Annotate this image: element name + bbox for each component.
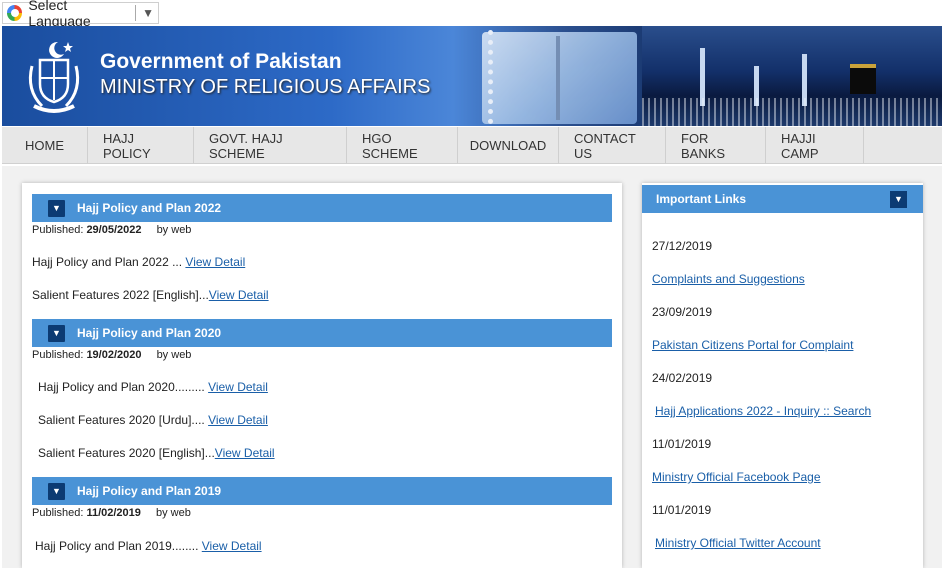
list-item: Hajj Policy and Plan 2020......... View … (38, 380, 268, 394)
item-text: Hajj Policy and Plan 2019........ (35, 539, 202, 553)
item-text: Hajj Policy and Plan 2022 ... (32, 255, 186, 269)
item-text: Salient Features 2020 [English]... (38, 446, 215, 460)
main-navigation: HOME HAJJ POLICY GOVT. HAJJ SCHEME HGO S… (2, 127, 942, 164)
state-emblem-icon (28, 41, 80, 113)
prayer-beads-image (488, 30, 500, 124)
important-links-title: Important Links (656, 192, 747, 206)
main-content-panel: ▼ Hajj Policy and Plan 2022 Published: 2… (22, 183, 622, 568)
item-text: Hajj Policy and Plan 2020......... (38, 380, 209, 394)
list-item: Hajj Policy and Plan 2019........ View D… (35, 539, 262, 553)
language-selector[interactable]: Select Language ▼ (2, 0, 159, 29)
view-detail-link[interactable]: View Detail (185, 255, 245, 269)
nav-hajj-policy[interactable]: HAJJ POLICY (88, 127, 194, 164)
nav-hajji-camp[interactable]: HAJJI CAMP (766, 127, 864, 164)
section-title: Hajj Policy and Plan 2019 (77, 484, 222, 498)
dropdown-arrow-icon[interactable]: ▼ (142, 6, 154, 20)
nav-govt-hajj-scheme[interactable]: GOVT. HAJJ SCHEME (194, 127, 347, 164)
chevron-down-icon[interactable]: ▼ (48, 482, 65, 500)
google-logo-icon (7, 5, 23, 21)
published-meta: Published: 19/02/2020 by web (32, 349, 191, 361)
author-name: web (171, 224, 192, 236)
list-item: Hajj Policy and Plan 2022 ... View Detai… (32, 255, 245, 269)
item-text: Salient Features 2022 [English]... (32, 288, 209, 302)
by-label: by (156, 349, 169, 361)
link-date: 11/01/2019 (652, 503, 712, 517)
hajj-applications-inquiry-link[interactable]: Hajj Applications 2022 - Inquiry :: Sear… (655, 404, 871, 418)
banner-ministry-title: MINISTRY OF RELIGIOUS AFFAIRS (100, 76, 431, 98)
quran-book-image (482, 32, 637, 124)
section-header-2022[interactable]: ▼ Hajj Policy and Plan 2022 (32, 194, 612, 222)
citizens-portal-link[interactable]: Pakistan Citizens Portal for Complaint (652, 338, 853, 352)
chevron-down-icon[interactable]: ▼ (48, 324, 65, 342)
author-name: web (170, 507, 191, 519)
kaaba-image (850, 64, 876, 94)
list-item: Salient Features 2020 [English]...View D… (38, 446, 275, 460)
important-links-header[interactable]: Important Links ▼ (642, 185, 923, 213)
language-divider (135, 5, 137, 21)
published-date: 29/05/2022 (86, 224, 142, 236)
view-detail-link[interactable]: View Detail (208, 380, 268, 394)
link-date: 11/01/2019 (652, 437, 712, 451)
chevron-down-icon[interactable]: ▼ (890, 190, 907, 208)
list-item: Salient Features 2020 [Urdu].... View De… (38, 413, 268, 427)
important-links-panel: Important Links ▼ 27/12/2019 Complaints … (642, 183, 923, 568)
complaints-suggestions-link[interactable]: Complaints and Suggestions (652, 272, 805, 286)
view-detail-link[interactable]: View Detail (202, 539, 262, 553)
section-title: Hajj Policy and Plan 2020 (77, 326, 222, 340)
published-meta: Published: 11/02/2019 by web (32, 507, 191, 519)
section-header-2019[interactable]: ▼ Hajj Policy and Plan 2019 (32, 477, 612, 505)
published-label: Published: (32, 224, 84, 236)
link-date: 24/02/2019 (652, 371, 713, 385)
published-label: Published: (32, 507, 84, 519)
city-lights-image (642, 98, 942, 126)
author-name: web (171, 349, 192, 361)
by-label: by (155, 507, 168, 519)
list-item: Salient Features 2022 [English]...View D… (32, 288, 269, 302)
nav-home[interactable]: HOME (2, 127, 88, 164)
by-label: by (156, 224, 169, 236)
item-text: Salient Features 2020 [Urdu].... (38, 413, 209, 427)
link-date: 27/12/2019 (652, 239, 713, 253)
nav-for-banks[interactable]: FOR BANKS (666, 127, 766, 164)
header-banner: Government of Pakistan MINISTRY OF RELIG… (2, 26, 942, 126)
view-detail-link[interactable]: View Detail (215, 446, 275, 460)
nav-hgo-scheme[interactable]: HGO SCHEME (347, 127, 458, 164)
section-header-2020[interactable]: ▼ Hajj Policy and Plan 2020 (32, 319, 612, 347)
facebook-page-link[interactable]: Ministry Official Facebook Page (652, 470, 821, 484)
published-meta: Published: 29/05/2022 by web (32, 224, 191, 236)
banner-government-title: Government of Pakistan (100, 50, 342, 73)
published-date: 11/02/2019 (86, 507, 141, 519)
view-detail-link[interactable]: View Detail (208, 413, 268, 427)
twitter-account-link[interactable]: Ministry Official Twitter Account (655, 536, 821, 550)
section-title: Hajj Policy and Plan 2022 (77, 201, 222, 215)
chevron-down-icon[interactable]: ▼ (48, 199, 65, 217)
published-label: Published: (32, 349, 84, 361)
kaaba-night-image (642, 26, 942, 126)
nav-download[interactable]: DOWNLOAD (458, 127, 559, 164)
nav-contact-us[interactable]: CONTACT US (559, 127, 666, 164)
view-detail-link[interactable]: View Detail (209, 288, 269, 302)
language-selector-label: Select Language (28, 0, 91, 29)
published-date: 19/02/2020 (86, 349, 142, 361)
link-date: 23/09/2019 (652, 305, 713, 319)
